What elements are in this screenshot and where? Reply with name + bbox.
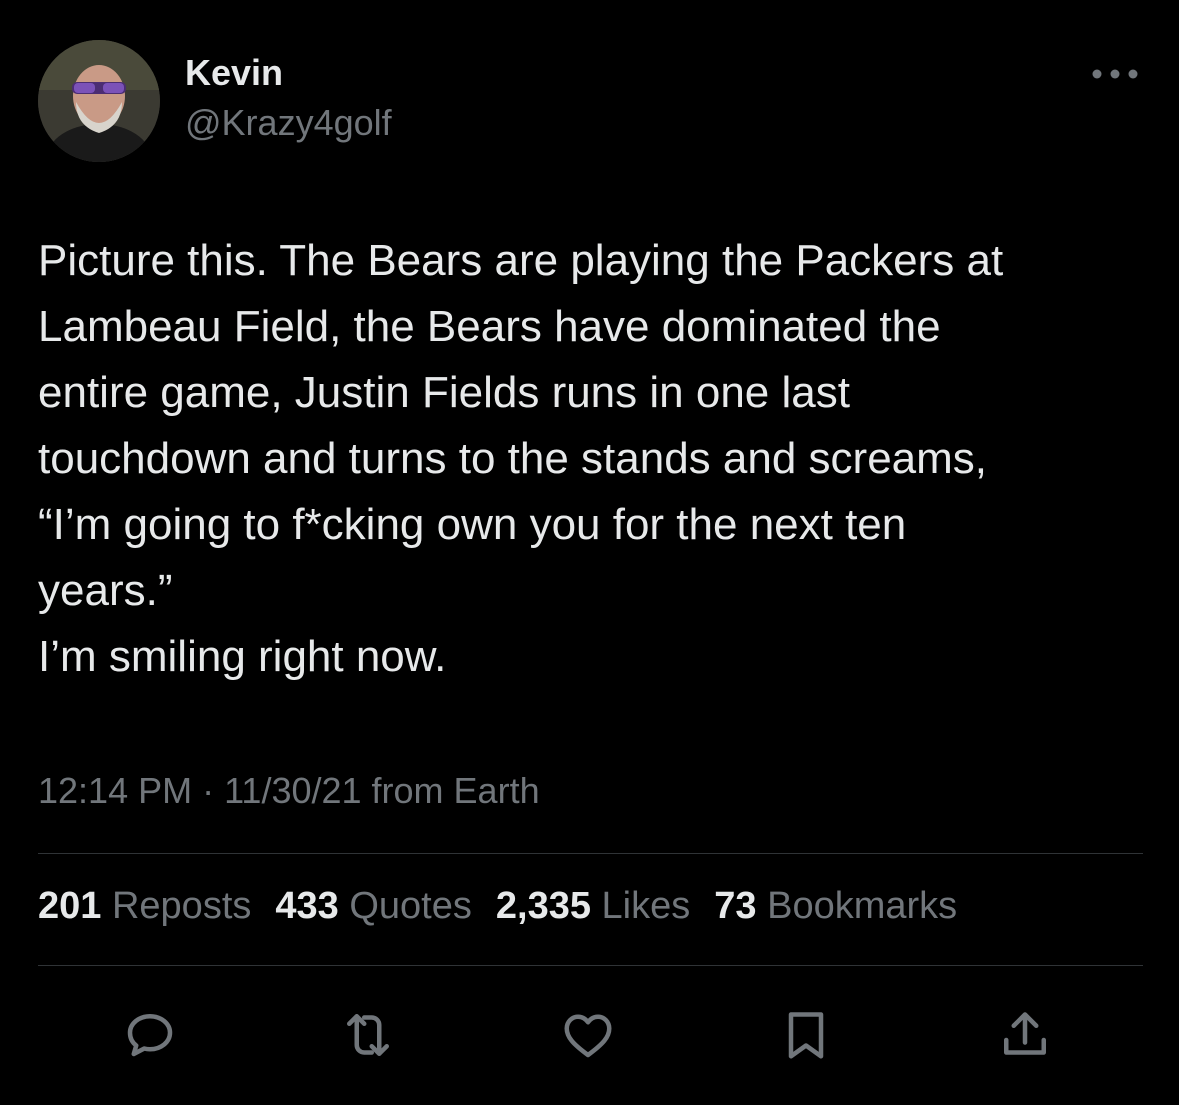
likes-count: 2,335 [495,885,591,927]
quotes-stat[interactable]: 433 Quotes [275,885,472,928]
reply-button[interactable] [115,1000,185,1070]
reposts-count: 201 [38,885,102,927]
share-icon [1004,1012,1046,1055]
like-icon [564,1014,612,1058]
quotes-label: Quotes [349,885,472,927]
likes-stat[interactable]: 2,335 Likes [496,885,690,928]
repost-button[interactable] [333,1000,403,1070]
quotes-count: 433 [275,885,339,927]
bookmarks-count: 73 [714,885,757,927]
reposts-label: Reposts [111,885,252,927]
reposts-stat[interactable]: 201 Reposts [38,885,251,928]
reply-icon [127,1014,173,1057]
tweet-text: Picture this. The Bears are playing the … [38,236,1004,681]
like-button[interactable] [553,1000,623,1070]
divider [38,965,1143,966]
repost-icon [347,1014,389,1056]
more-icon [1092,69,1138,79]
tweet-timestamp[interactable]: 12:14 PM · 11/30/21 from Earth [38,770,540,812]
engagement-stats: 201 Reposts 433 Quotes 2,335 Likes 73 Bo… [38,885,981,928]
divider [38,853,1143,854]
user-handle[interactable]: @Krazy4golf [185,102,392,144]
bookmarks-label: Bookmarks [767,885,958,927]
profile-photo-icon [38,40,160,162]
more-options-button[interactable] [1085,54,1145,94]
display-name[interactable]: Kevin [185,52,283,94]
avatar[interactable] [38,40,160,162]
bookmark-button[interactable] [771,1000,841,1070]
action-bar [0,1000,1179,1070]
share-button[interactable] [990,1000,1060,1070]
bookmarks-stat[interactable]: 73 Bookmarks [714,885,957,928]
likes-label: Likes [601,885,691,927]
bookmark-icon [788,1012,824,1059]
